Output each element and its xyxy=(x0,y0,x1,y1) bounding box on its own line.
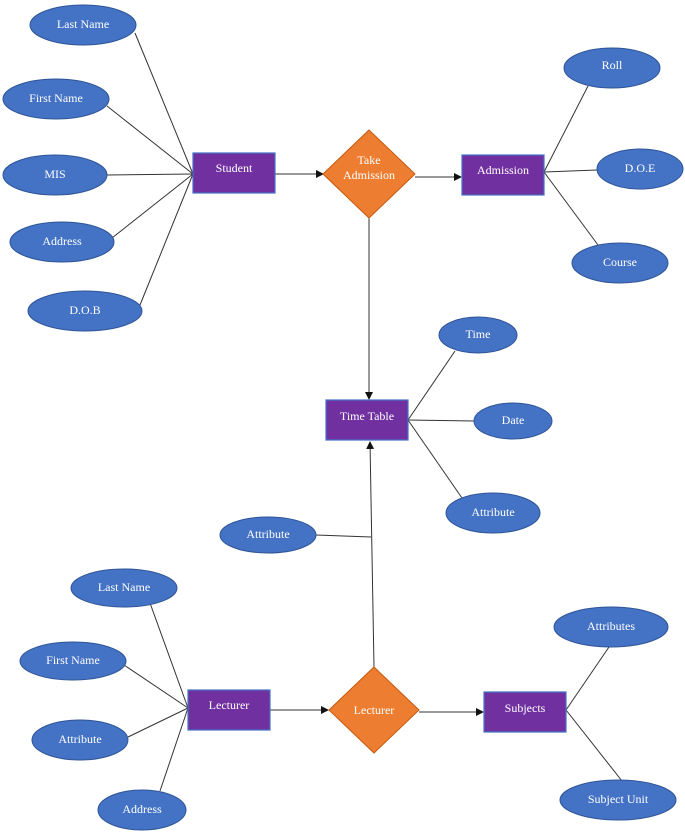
attr-course: Course xyxy=(571,242,669,284)
attr-timetable-attribute: Attribute xyxy=(445,492,541,534)
svg-text:Take: Take xyxy=(357,153,380,167)
attr-date: Date xyxy=(473,402,553,440)
entity-student: Student xyxy=(192,152,276,194)
entity-admission: Admission xyxy=(461,154,545,196)
attr-mis: MIS xyxy=(2,154,108,196)
svg-text:Last Name: Last Name xyxy=(98,580,150,594)
arrow-lecturer-rel-timetable xyxy=(366,441,375,668)
entity-lecturer: Lecturer xyxy=(187,689,271,731)
attr-last-name: Last Name xyxy=(29,4,137,46)
attr-attributes: Attributes xyxy=(553,606,669,648)
svg-text:Lecturer: Lecturer xyxy=(209,698,250,712)
svg-text:Roll: Roll xyxy=(602,58,623,72)
relationship-lecturer: Lecturer xyxy=(328,666,420,754)
attr-lecturer-attribute: Attribute xyxy=(31,719,129,761)
svg-text:Lecturer: Lecturer xyxy=(354,703,395,717)
svg-text:Admission: Admission xyxy=(477,163,529,177)
svg-text:Address: Address xyxy=(42,234,82,248)
attr-lecturer-first-name: First Name xyxy=(19,641,127,681)
er-diagram: Last Name First Name MIS Address D.O.B S… xyxy=(2,4,684,831)
svg-text:Attribute: Attribute xyxy=(471,505,514,519)
svg-text:Attribute: Attribute xyxy=(246,527,289,541)
svg-text:Date: Date xyxy=(502,413,525,427)
relationship-take-admission: Take Admission xyxy=(322,129,416,219)
svg-text:First Name: First Name xyxy=(46,653,100,667)
svg-text:D.O.E: D.O.E xyxy=(625,161,656,175)
svg-text:D.O.B: D.O.B xyxy=(69,303,100,317)
attr-time: Time xyxy=(438,316,518,354)
svg-text:Time Table: Time Table xyxy=(340,409,394,423)
svg-text:Course: Course xyxy=(603,255,637,269)
entity-time-table: Time Table xyxy=(325,399,409,441)
attr-lecturer-last-name: Last Name xyxy=(70,568,178,608)
svg-text:Subject Unit: Subject Unit xyxy=(588,792,649,806)
svg-text:Attribute: Attribute xyxy=(58,732,101,746)
attr-relationship-attribute: Attribute xyxy=(219,516,317,554)
svg-text:Last Name: Last Name xyxy=(57,17,109,31)
attr-subject-unit: Subject Unit xyxy=(559,779,677,821)
svg-text:First Name: First Name xyxy=(29,91,83,105)
attr-doe: D.O.E xyxy=(596,148,684,190)
svg-text:Subjects: Subjects xyxy=(505,701,546,715)
svg-text:Time: Time xyxy=(466,327,491,341)
attr-address: Address xyxy=(9,221,115,263)
svg-text:MIS: MIS xyxy=(44,167,65,181)
entity-subjects: Subjects xyxy=(483,691,567,733)
svg-text:Student: Student xyxy=(216,161,253,175)
svg-text:Address: Address xyxy=(122,802,162,816)
svg-text:Attributes: Attributes xyxy=(587,619,635,633)
svg-text:Admission: Admission xyxy=(343,168,395,182)
attr-dob: D.O.B xyxy=(27,290,143,332)
attr-first-name: First Name xyxy=(2,78,110,120)
attr-roll: Roll xyxy=(563,47,661,89)
attr-lecturer-address: Address xyxy=(97,789,187,831)
